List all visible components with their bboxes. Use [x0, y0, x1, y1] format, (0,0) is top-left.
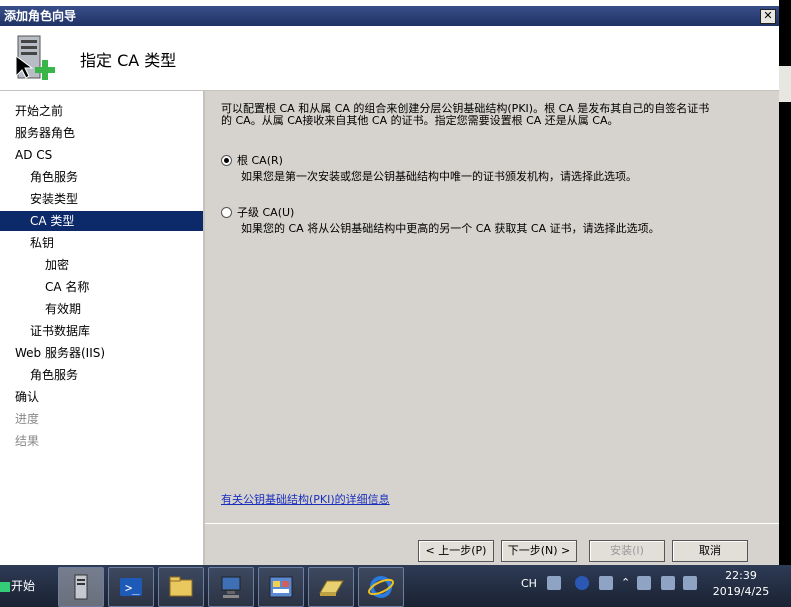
ie-icon[interactable]	[358, 567, 404, 607]
start-label: 开始	[11, 579, 36, 593]
nav-item[interactable]: 安装类型	[0, 189, 204, 209]
security-icon[interactable]	[637, 576, 651, 590]
close-button[interactable]: ✕	[760, 9, 776, 24]
windows-logo-icon	[0, 581, 10, 592]
control-panel-icon[interactable]	[258, 567, 304, 607]
option-subordinate-ca-description: 如果您的 CA 将从公钥基础结构中更高的另一个 CA 获取其 CA 证书，请选择…	[241, 222, 660, 235]
title-bar[interactable]: 添加角色向导 ✕	[0, 6, 779, 26]
volume-icon[interactable]	[683, 576, 697, 590]
start-button[interactable]: 开始	[0, 571, 40, 601]
back-button[interactable]: < 上一步(P)	[418, 540, 494, 562]
folder-icon[interactable]	[308, 567, 354, 607]
nav-item[interactable]: 私钥	[0, 233, 204, 253]
system-tray: CH ⌃ 22:39 2019/4/25	[517, 565, 791, 607]
option-subordinate-ca[interactable]: 子级 CA(U) 如果您的 CA 将从公钥基础结构中更高的另一个 CA 获取其 …	[221, 204, 741, 238]
action-center-icon[interactable]	[661, 576, 675, 590]
clock-date[interactable]: 2019/4/25	[710, 585, 772, 598]
intro-text: 可以配置根 CA 和从属 CA 的组合来创建分层公钥基础结构(PKI)。根 CA…	[221, 103, 761, 127]
add-roles-wizard-window: 添加角色向导 ✕ 指定 CA 类型 开始之前 服务器角色 AD CS 角色服务 安装类型…	[0, 0, 779, 566]
nav-item[interactable]: AD CS	[0, 145, 204, 165]
radio-subordinate-ca[interactable]	[221, 207, 232, 218]
nav-item[interactable]: Web 服务器(IIS)	[0, 343, 204, 363]
nav-item: 结果	[15, 434, 40, 448]
chevron-up-icon[interactable]: ⌃	[621, 576, 635, 590]
option-root-ca-description: 如果您是第一次安装或您是公钥基础结构中唯一的证书颁发机构，请选择此选项。	[241, 170, 637, 183]
ime-settings-icon[interactable]	[599, 576, 613, 590]
nav-item[interactable]: 服务器角色	[0, 123, 204, 143]
taskbar: 开始 >_ CH ⌃ 22:39 2019/4/25	[0, 565, 791, 607]
wizard-nav: 开始之前 服务器角色 AD CS 角色服务 安装类型 CA 类型 私钥 加密 CA 名称 有效期证…	[0, 91, 204, 565]
button-bar: < 上一步(P) 下一步(N) > 安装(I) 取消	[205, 523, 779, 566]
keyboard-icon[interactable]	[547, 576, 561, 590]
explorer-icon[interactable]	[158, 567, 204, 607]
svg-text:>_: >_	[125, 581, 140, 595]
pki-more-info-link[interactable]: 有关公钥基础结构(PKI)的详细信息	[221, 491, 390, 507]
nav-item[interactable]: 证书数据库	[0, 321, 204, 341]
page-title: 指定 CA 类型	[80, 51, 177, 70]
nav-item[interactable]: 开始之前	[0, 101, 204, 121]
nav-item[interactable]: 加密	[0, 255, 204, 275]
language-indicator[interactable]: CH	[521, 577, 537, 590]
nav-item[interactable]: CA 类型	[0, 211, 204, 231]
scrollbar[interactable]	[779, 0, 791, 565]
nav-item[interactable]: 确认	[0, 387, 204, 407]
network-icon[interactable]	[208, 567, 254, 607]
nav-item[interactable]: 角色服务	[0, 365, 204, 385]
option-subordinate-ca-label[interactable]: 子级 CA(U)	[237, 204, 294, 220]
scrollbar-thumb[interactable]	[779, 66, 791, 102]
wizard-header: 指定 CA 类型	[0, 26, 779, 91]
server-add-icon	[15, 35, 55, 80]
window-title: 添加角色向导	[4, 9, 77, 23]
server-manager-icon[interactable]	[58, 567, 104, 607]
help-icon[interactable]	[575, 576, 589, 590]
powershell-icon[interactable]: >_	[108, 567, 154, 607]
cancel-button[interactable]: 取消	[672, 540, 748, 562]
nav-item[interactable]: 角色服务	[0, 167, 204, 187]
intro-line-2: 的 CA。从属 CA接收来自其他 CA 的证书。指定您需要设置根 CA 还是从属…	[221, 114, 619, 127]
clock-time[interactable]: 22:39	[721, 569, 761, 582]
option-root-ca-label[interactable]: 根 CA(R)	[237, 152, 283, 168]
nav-item[interactable]: CA 名称	[0, 277, 204, 297]
install-button[interactable]: 安装(I)	[589, 540, 665, 562]
nav-item[interactable]: 有效期	[0, 299, 204, 319]
nav-item: 进度	[15, 412, 40, 426]
wizard-content: 可以配置根 CA 和从属 CA 的组合来创建分层公钥基础结构(PKI)。根 CA…	[205, 91, 779, 523]
option-root-ca[interactable]: 根 CA(R) 如果您是第一次安装或您是公钥基础结构中唯一的证书颁发机构，请选择…	[221, 152, 741, 186]
next-button[interactable]: 下一步(N) >	[501, 540, 577, 562]
radio-root-ca[interactable]	[221, 155, 232, 166]
